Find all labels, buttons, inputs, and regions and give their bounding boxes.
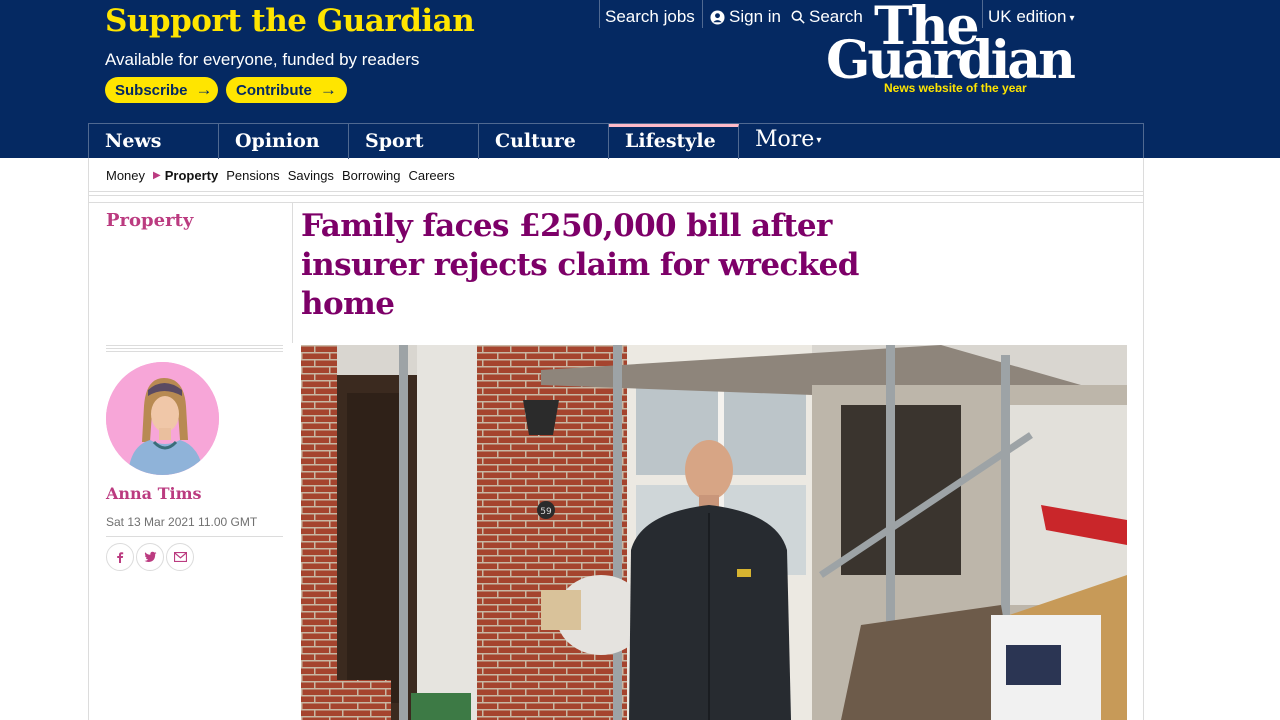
search-jobs-link[interactable]: Search jobs — [605, 6, 695, 28]
sign-in-label: Sign in — [729, 7, 781, 26]
section-label[interactable]: Property — [106, 210, 193, 231]
support-title: Support the Guardian — [105, 3, 475, 39]
subnav-property[interactable]: Property — [165, 168, 218, 183]
subnav-savings[interactable]: Savings — [288, 168, 334, 183]
contribute-button[interactable]: Contribute → — [226, 77, 347, 103]
subnav-money[interactable]: Money — [106, 168, 145, 183]
twitter-share-button[interactable] — [136, 543, 164, 571]
toplinks-divider — [599, 0, 600, 28]
meta-divider — [106, 536, 283, 537]
more-label: More — [755, 127, 815, 152]
house-number: 59 — [540, 507, 552, 517]
sign-in-link[interactable]: Sign in — [710, 6, 781, 28]
article-headline: Family faces £250,000 bill after insurer… — [301, 208, 859, 322]
masthead: Support the Guardian Available for every… — [0, 0, 1280, 159]
twitter-icon — [143, 551, 156, 562]
divider — [88, 191, 1144, 196]
pillar-news[interactable]: News — [89, 124, 219, 159]
subnav-careers[interactable]: Careers — [408, 168, 454, 183]
email-share-button[interactable] — [166, 543, 194, 571]
facebook-share-button[interactable] — [106, 543, 134, 571]
subnav: Money ▶ Property Pensions Savings Borrow… — [106, 168, 463, 183]
support-subtitle: Available for everyone, funded by reader… — [105, 50, 420, 69]
divider — [88, 202, 1144, 203]
author-avatar — [106, 362, 219, 475]
arrow-right-icon: → — [195, 80, 213, 99]
hero-image: 59 — [301, 345, 1127, 720]
pillar-sport[interactable]: Sport — [349, 124, 479, 159]
search-jobs-label: Search jobs — [605, 7, 695, 26]
author-byline[interactable]: Anna Tims — [106, 484, 202, 503]
pillar-culture[interactable]: Culture — [479, 124, 609, 159]
profile-icon — [710, 9, 725, 25]
contribute-label: Contribute — [236, 81, 312, 99]
chevron-down-icon: ▾ — [816, 134, 822, 146]
subscribe-label: Subscribe — [115, 81, 188, 99]
toplinks-divider — [702, 0, 703, 28]
more-menu[interactable]: More ▾ — [755, 127, 821, 152]
subscribe-button[interactable]: Subscribe → — [105, 77, 218, 103]
triangle-right-icon: ▶ — [153, 170, 161, 181]
email-icon — [173, 552, 187, 562]
pillar-nav: News Opinion Sport Culture Lifestyle Mor… — [88, 123, 1144, 159]
search-icon — [791, 10, 805, 24]
facebook-icon — [117, 552, 124, 563]
arrow-right-icon: → — [319, 80, 337, 99]
guardian-logo[interactable]: The Guardian News website of the year — [822, 0, 1076, 100]
publish-date: Sat 13 Mar 2021 11.00 GMT — [106, 515, 258, 529]
pillar-opinion[interactable]: Opinion — [219, 124, 349, 159]
meta-divider — [106, 345, 283, 354]
pillar-lifestyle[interactable]: Lifestyle — [609, 124, 739, 159]
column-divider — [292, 203, 293, 343]
subnav-pensions[interactable]: Pensions — [226, 168, 279, 183]
logo-tagline: News website of the year — [884, 81, 1027, 95]
subnav-borrowing[interactable]: Borrowing — [342, 168, 401, 183]
